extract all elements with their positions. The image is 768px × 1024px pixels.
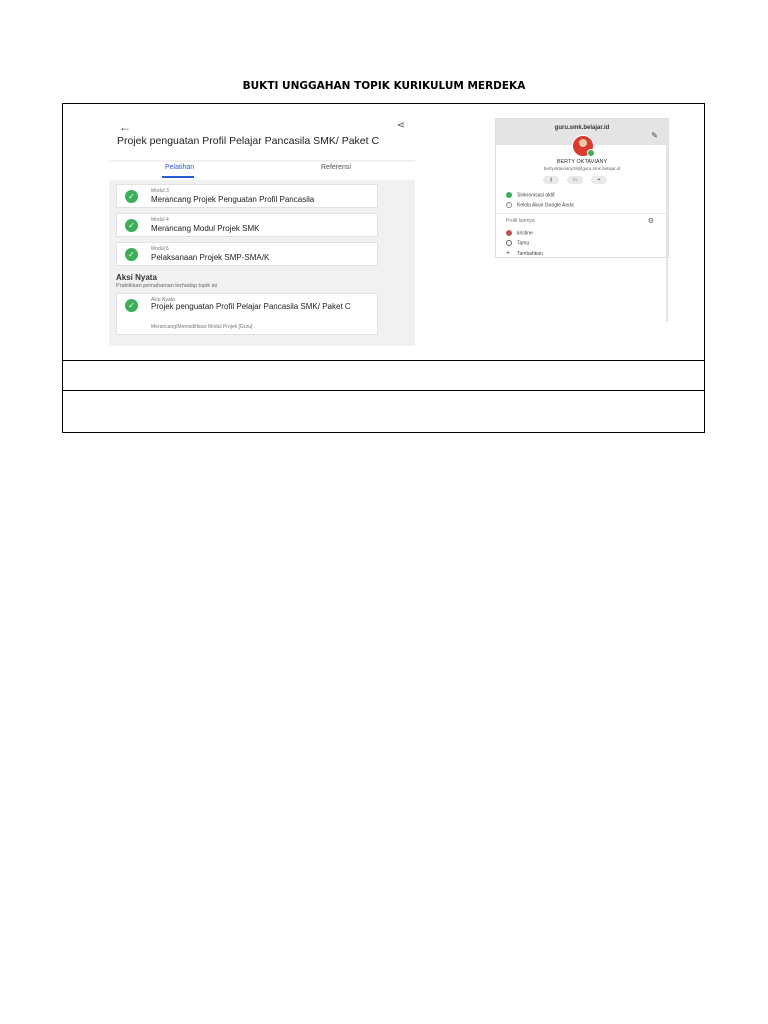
plus-icon: + (506, 250, 511, 257)
module-label: Modul 4 (151, 217, 169, 223)
scrollbar[interactable] (666, 118, 668, 322)
avatar-face (579, 139, 587, 147)
divider (496, 213, 668, 214)
sync-status[interactable]: Sinkronisasi aktif (506, 192, 555, 198)
profile-item[interactable]: Tamu (506, 240, 529, 246)
profile-name: kristine (517, 230, 533, 237)
add-profile-label: Tambahkan (517, 251, 543, 257)
guest-icon (506, 240, 512, 246)
other-profiles-label: Profil lainnya (506, 218, 535, 224)
add-profile[interactable]: + Tambahkan (506, 250, 543, 257)
module-label: Modul 3 (151, 188, 169, 194)
evidence-table: ← ⋖ Projek penguatan Profil Pelajar Panc… (62, 103, 705, 433)
table-divider (63, 390, 704, 391)
course-tabs: Pelatihan Referensi (109, 162, 415, 180)
aksi-nyata-subheading: Praktikkan pemahaman terhadap topik ini (116, 283, 218, 289)
document-title: BUKTI UNGGAHAN TOPIK KURIKULUM MERDEKA (242, 80, 526, 92)
avatar (572, 135, 595, 157)
account-name: BERTY OKTAVIANY (556, 159, 608, 165)
aksi-nyata-card[interactable]: ✓ Aksi Nyata Projek penguatan Profil Pel… (116, 293, 378, 335)
module-name: Merancang Modul Projek SMK (151, 224, 260, 233)
check-circle-icon: ✓ (125, 219, 138, 232)
module-item-3[interactable]: ✓ Modul 3 Merancang Projek Penguatan Pro… (116, 184, 378, 208)
location-icon[interactable]: ⌖ (591, 176, 607, 184)
tab-pelatihan[interactable]: Pelatihan (165, 164, 194, 171)
profile-name: Tamu (517, 240, 530, 247)
aksi-nyata-heading: Aksi Nyata (116, 273, 157, 282)
sync-label: Sinkronisasi aktif (517, 192, 555, 199)
module-name: Merancang Projek Penguatan Profil Pancas… (151, 195, 315, 204)
course-header: ← ⋖ Projek penguatan Profil Pelajar Panc… (109, 118, 415, 160)
account-panel: guru.smk.belajar.id ✎ BERTY OKTAVIANY be… (495, 118, 669, 258)
manage-label: Kelola Akun Google Anda (517, 202, 574, 209)
profile-avatar-icon (506, 230, 512, 236)
module-item-4[interactable]: ✓ Modul 4 Merancang Modul Projek SMK (116, 213, 378, 237)
tab-referensi[interactable]: Referensi (321, 164, 351, 171)
sync-badge-icon (587, 149, 595, 157)
share-icon[interactable]: ⋖ (397, 120, 405, 131)
course-screenshot: ← ⋖ Projek penguatan Profil Pelajar Panc… (109, 118, 415, 346)
aksi-card-subtitle: Merancang/Memodifikasi Modul Projek [Gur… (151, 324, 253, 330)
google-icon (506, 202, 512, 208)
module-label: Modul 5 (151, 246, 169, 252)
profile-item[interactable]: kristine (506, 230, 533, 236)
course-title: Projek penguatan Profil Pelajar Pancasil… (117, 135, 380, 147)
gear-icon[interactable]: ⚙ (648, 217, 654, 225)
aksi-card-title: Projek penguatan Profil Pelajar Pancasil… (151, 302, 351, 311)
check-circle-icon: ✓ (125, 248, 138, 261)
account-email: bertyoktaviany19@guru.smk.belajar.id (543, 166, 621, 171)
module-item-5[interactable]: ✓ Modul 5 Pelaksanaan Projek SMP-SMA/K (116, 242, 378, 266)
sync-icon (506, 192, 512, 198)
check-circle-icon: ✓ (125, 190, 138, 203)
table-divider (63, 360, 704, 361)
module-name: Pelaksanaan Projek SMP-SMA/K (151, 253, 270, 262)
edit-icon[interactable]: ✎ (651, 131, 658, 140)
manage-account[interactable]: Kelola Akun Google Anda (506, 202, 574, 208)
active-tab-indicator (162, 176, 194, 178)
check-circle-icon: ✓ (125, 299, 138, 312)
back-arrow-icon[interactable]: ← (119, 120, 131, 134)
key-icon[interactable]: ⚷ (543, 176, 559, 184)
card-icon[interactable]: ▭ (567, 176, 583, 184)
account-domain: guru.smk.belajar.id (554, 125, 610, 131)
account-actions: ⚷ ▭ ⌖ (543, 176, 623, 184)
